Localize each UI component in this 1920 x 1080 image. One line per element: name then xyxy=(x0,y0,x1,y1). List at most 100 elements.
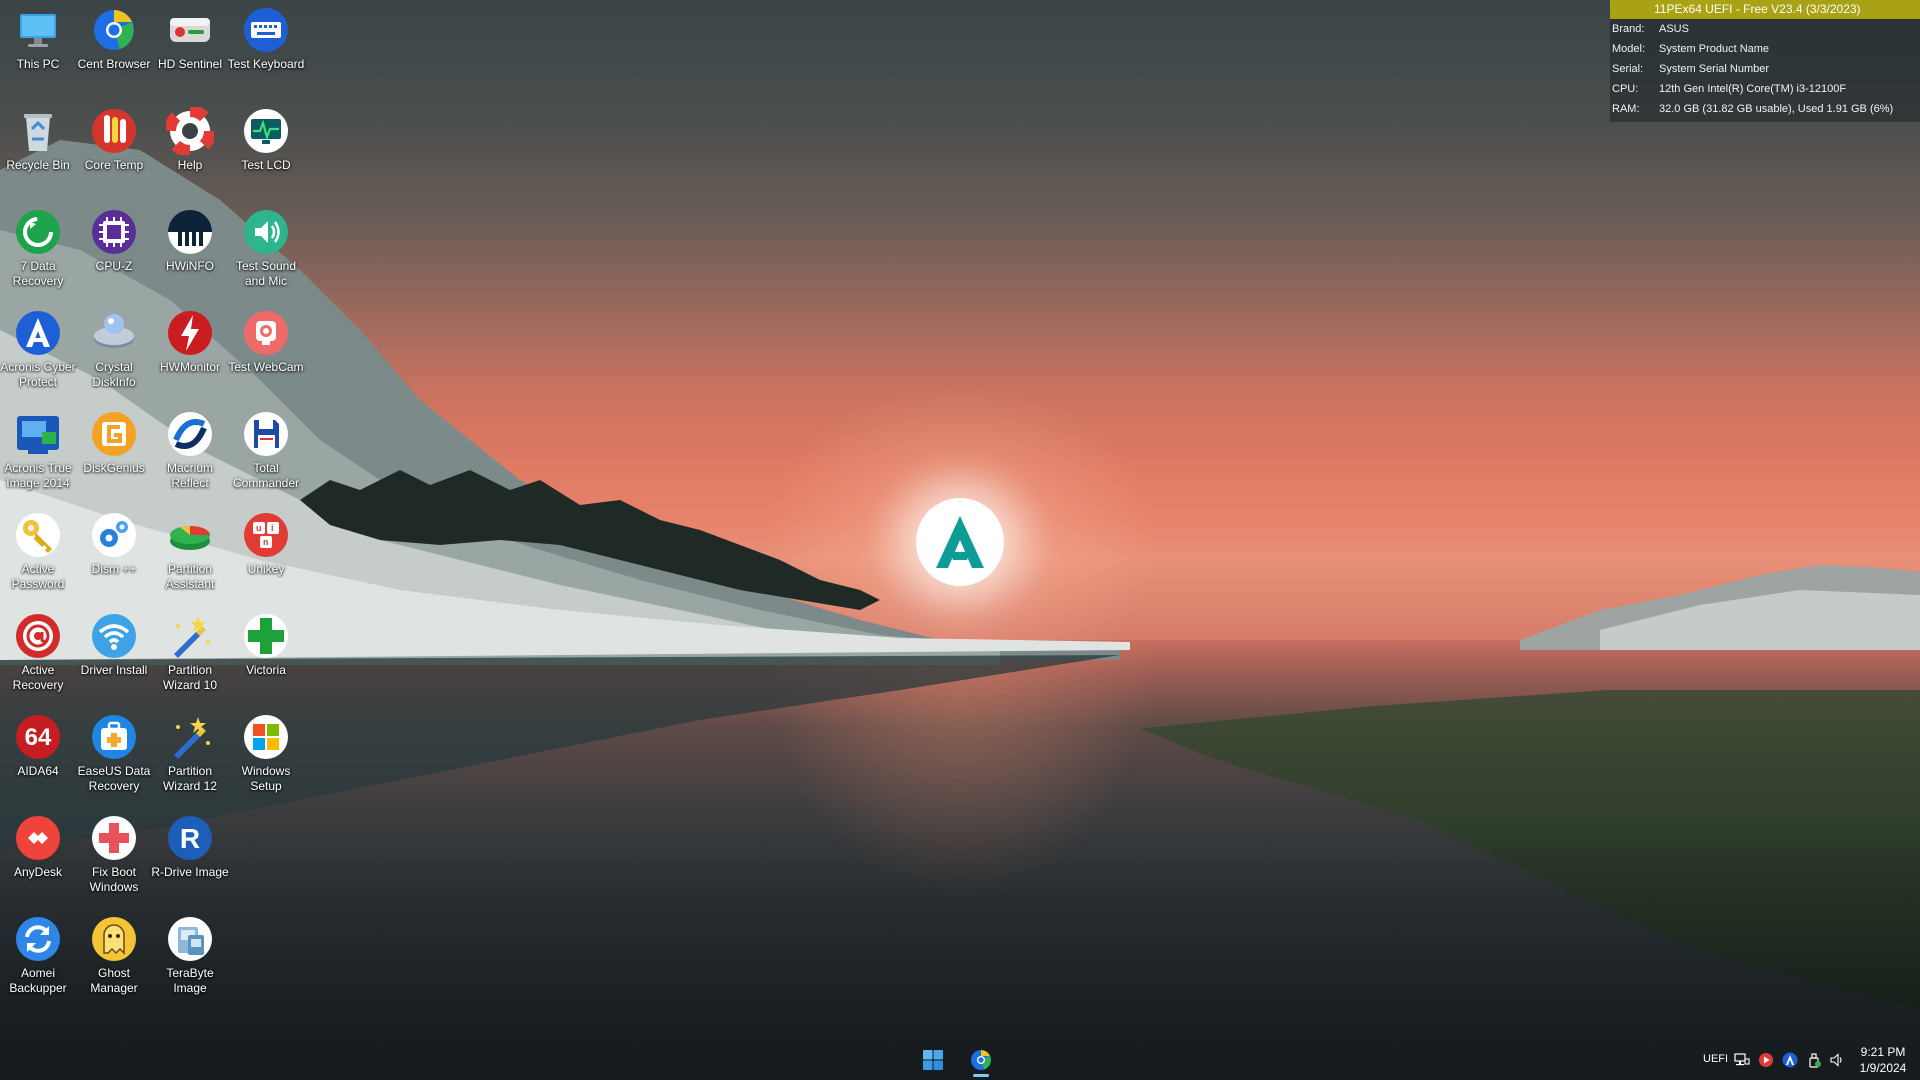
svg-text:i: i xyxy=(271,523,274,533)
info-value: ASUS xyxy=(1659,23,1689,35)
desktop-icon-test-sound-and-mic[interactable]: Test Sound and Mic xyxy=(228,202,304,298)
desktop-icon-diskgenius[interactable]: DiskGenius xyxy=(76,404,152,500)
info-row-ram: RAM: 32.0 GB (31.82 GB usable), Used 1.9… xyxy=(1610,99,1920,119)
diskgenius-icon xyxy=(90,410,138,458)
first-aid-kit-icon xyxy=(90,713,138,761)
acronis-a-logo xyxy=(916,498,1004,586)
taskbar: UEFI 9:21 PM 1/9/2024 xyxy=(0,1040,1920,1080)
desktop-icon-driver-install[interactable]: Driver Install xyxy=(76,606,152,702)
partition-assistant-icon xyxy=(166,511,214,559)
desktop-icon-test-keyboard[interactable]: Test Keyboard xyxy=(228,0,304,96)
true-image-icon xyxy=(14,410,62,458)
desktop-icon-ghost-manager[interactable]: Ghost Manager xyxy=(76,909,152,1005)
lightning-icon xyxy=(166,309,214,357)
desktop-icon-grid: This PC Cent Browser HD Sentinel Test Ke… xyxy=(0,0,310,1010)
r-drive-icon: R xyxy=(166,814,214,862)
unikey-icon: uin xyxy=(242,511,290,559)
anydesk-icon xyxy=(14,814,62,862)
desktop-icon-windows-setup[interactable]: Windows Setup xyxy=(228,707,304,803)
info-row-brand: Brand: ASUS xyxy=(1610,19,1920,39)
desktop-icon-active-recovery[interactable]: Active Recovery xyxy=(0,606,76,702)
info-row-serial: Serial: System Serial Number xyxy=(1610,59,1920,79)
info-value: 32.0 GB (31.82 GB usable), Used 1.91 GB … xyxy=(1659,103,1894,115)
webcam-icon xyxy=(242,309,290,357)
desktop-icon-active-password[interactable]: Active Password xyxy=(0,505,76,601)
data-recovery-icon xyxy=(14,208,62,256)
key-icon xyxy=(14,511,62,559)
info-key: Model: xyxy=(1612,43,1646,55)
active-indicator xyxy=(973,1074,989,1077)
desktop-icon-7-data-recovery[interactable]: 7 Data Recovery xyxy=(0,202,76,298)
desktop-icon-fix-boot-windows[interactable]: Fix Boot Windows xyxy=(76,808,152,904)
desktop-icon-crystal-diskinfo[interactable]: Crystal DiskInfo xyxy=(76,303,152,399)
system-info-panel: 11PEx64 UEFI - Free V23.4 (3/3/2023) Bra… xyxy=(1610,0,1920,122)
desktop-icon-acronis-cyber-protect[interactable]: Acronis Cyber Protect xyxy=(0,303,76,399)
desktop-icon-total-commander[interactable]: Total Commander xyxy=(228,404,304,500)
info-key: CPU: xyxy=(1612,83,1639,95)
info-value: System Product Name xyxy=(1659,43,1770,55)
desktop-icon-partition-assistant[interactable]: Partition Assistant xyxy=(152,505,228,601)
desktop-icon-victoria[interactable]: Victoria xyxy=(228,606,304,702)
desktop-icon-acronis-true-image-2014[interactable]: Acronis True Image 2014 xyxy=(0,404,76,500)
red-cross-icon xyxy=(90,814,138,862)
floppy-disk-icon xyxy=(242,410,290,458)
info-key: Brand: xyxy=(1612,23,1645,35)
info-value: System Serial Number xyxy=(1659,63,1770,75)
desktop-icon-this-pc[interactable]: This PC xyxy=(0,0,76,96)
acronis-tray-icon[interactable] xyxy=(1782,1052,1798,1068)
desktop-icon-easeus-data-recovery[interactable]: EaseUS Data Recovery xyxy=(76,707,152,803)
desktop-icon-r-drive-image[interactable]: R R-Drive Image xyxy=(151,808,229,904)
media-player-icon[interactable] xyxy=(1758,1052,1774,1068)
desktop-icon-cpu-z[interactable]: CPU-Z xyxy=(76,202,152,298)
cpu-chip-icon xyxy=(90,208,138,256)
thermometer-icon xyxy=(90,107,138,155)
desktop-icon-recycle-bin[interactable]: Recycle Bin xyxy=(0,101,76,197)
desktop-icon-terabyte-image[interactable]: TeraByte Image xyxy=(152,909,228,1005)
desktop-icon-aida64[interactable]: 64 AIDA64 xyxy=(0,707,76,803)
desktop-icon-cent-browser[interactable]: Cent Browser xyxy=(76,0,152,96)
info-key: Serial: xyxy=(1612,63,1644,75)
desktop-icon-core-temp[interactable]: Core Temp xyxy=(76,101,152,197)
svg-text:64: 64 xyxy=(25,724,52,751)
svg-text:n: n xyxy=(263,537,269,547)
desktop-icon-partition-wizard-12[interactable]: Partition Wizard 12 xyxy=(152,707,228,803)
keyboard-icon xyxy=(242,6,290,54)
ghost-icon xyxy=(90,915,138,963)
desktop-icon-unikey[interactable]: uin Unikey xyxy=(228,505,304,601)
network-icon[interactable] xyxy=(1734,1052,1750,1068)
volume-icon[interactable] xyxy=(1829,1052,1845,1068)
info-row-cpu: CPU: 12th Gen Intel(R) Core(TM) i3-12100… xyxy=(1610,79,1920,99)
terabyte-icon xyxy=(166,915,214,963)
taskbar-clock[interactable]: 9:21 PM 1/9/2024 xyxy=(1853,1044,1913,1076)
wifi-icon xyxy=(90,612,138,660)
info-value: 12th Gen Intel(R) Core(TM) i3-12100F xyxy=(1659,83,1847,95)
usb-eject-icon[interactable] xyxy=(1806,1052,1822,1068)
lifebuoy-icon xyxy=(166,107,214,155)
green-cross-icon xyxy=(242,612,290,660)
desktop-icon-hwmonitor[interactable]: HWMonitor xyxy=(152,303,228,399)
desktop-icon-test-lcd[interactable]: Test LCD xyxy=(228,101,304,197)
tray-uefi-label: UEFI xyxy=(1703,1053,1729,1065)
hwinfo-icon xyxy=(166,208,214,256)
desktop-icon-hd-sentinel[interactable]: HD Sentinel xyxy=(152,0,228,96)
acronis-a-logo-icon xyxy=(936,516,984,568)
system-info-title: 11PEx64 UEFI - Free V23.4 (3/3/2023) xyxy=(1610,0,1920,19)
start-button[interactable] xyxy=(913,1042,953,1078)
info-key: RAM: xyxy=(1612,103,1640,115)
desktop-icon-aomei-backupper[interactable]: Aomei Backupper xyxy=(0,909,76,1005)
desktop-icon-partition-wizard-10[interactable]: Partition Wizard 10 xyxy=(152,606,228,702)
svg-text:R: R xyxy=(180,823,200,854)
desktop-icon-hwinfo[interactable]: HWiNFO xyxy=(152,202,228,298)
sync-arrows-icon xyxy=(14,915,62,963)
crystal-disk-icon xyxy=(90,309,138,357)
desktop-icon-test-webcam[interactable]: Test WebCam xyxy=(228,303,304,399)
desktop-icon-anydesk[interactable]: AnyDesk xyxy=(0,808,76,904)
taskbar-cent-browser-button[interactable] xyxy=(961,1042,1001,1078)
magic-wand-icon xyxy=(166,713,214,761)
svg-text:u: u xyxy=(256,523,262,533)
desktop-icon-help[interactable]: Help xyxy=(152,101,228,197)
clock-time: 9:21 PM xyxy=(1860,1045,1906,1059)
macrium-icon xyxy=(166,410,214,458)
desktop-icon-macrium-reflect[interactable]: Macrium Reflect xyxy=(152,404,228,500)
desktop-icon-dism-plus[interactable]: Dism ++ xyxy=(76,505,152,601)
